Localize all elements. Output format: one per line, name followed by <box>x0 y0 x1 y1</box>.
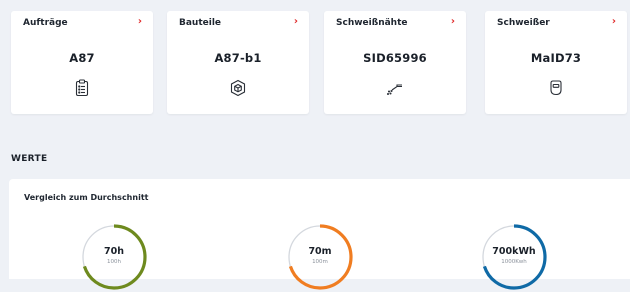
gauge-ring <box>81 224 147 290</box>
section-title-werte: WERTE <box>11 154 48 164</box>
card-schweisser[interactable]: Schweißer › MaID73 <box>485 11 627 114</box>
chevron-right-icon[interactable]: › <box>612 16 616 27</box>
gauge-reference: 1000Kwh <box>501 259 527 265</box>
panel-title: Vergleich zum Durchschnitt <box>24 193 149 202</box>
gauge-length: 70m 100m <box>285 222 355 292</box>
gauge-value: 700kWh <box>492 246 536 257</box>
gauge-reference: 100h <box>107 259 121 265</box>
entity-cards: Aufträge › A87 Bauteile › A87-b1 Schweiß… <box>11 11 627 116</box>
gauge-ring <box>287 224 353 290</box>
gauge-time: 70h 100h <box>79 222 149 292</box>
card-title: Bauteile <box>179 18 222 28</box>
card-bauteile[interactable]: Bauteile › A87-b1 <box>167 11 309 114</box>
welding-helmet-icon <box>546 78 566 98</box>
card-value: A87 <box>69 51 95 65</box>
card-value: SID65996 <box>363 51 427 65</box>
gauge-value: 70m <box>308 246 332 257</box>
card-auftraege[interactable]: Aufträge › A87 <box>11 11 153 114</box>
gauge-reference: 100m <box>312 259 328 265</box>
card-title: Aufträge <box>23 18 68 28</box>
clipboard-list-icon <box>72 78 92 98</box>
card-value: A87-b1 <box>214 51 262 65</box>
gauge-value: 70h <box>104 246 124 257</box>
gauge-energy: 700kWh 1000Kwh <box>479 222 549 292</box>
chevron-right-icon[interactable]: › <box>138 16 142 27</box>
chevron-right-icon[interactable]: › <box>451 16 455 27</box>
weld-seam-icon <box>385 78 405 98</box>
chevron-right-icon[interactable]: › <box>294 16 298 27</box>
card-value: MaID73 <box>530 51 582 65</box>
card-title: Schweißer <box>497 18 550 28</box>
card-schweissnaehte[interactable]: Schweißnähte › SID65996 <box>324 11 466 114</box>
comparison-panel: Vergleich zum Durchschnitt 70h 100h 70m … <box>9 179 630 290</box>
cube-icon <box>228 78 248 98</box>
gauge-ring <box>481 224 547 290</box>
card-title: Schweißnähte <box>336 18 408 28</box>
